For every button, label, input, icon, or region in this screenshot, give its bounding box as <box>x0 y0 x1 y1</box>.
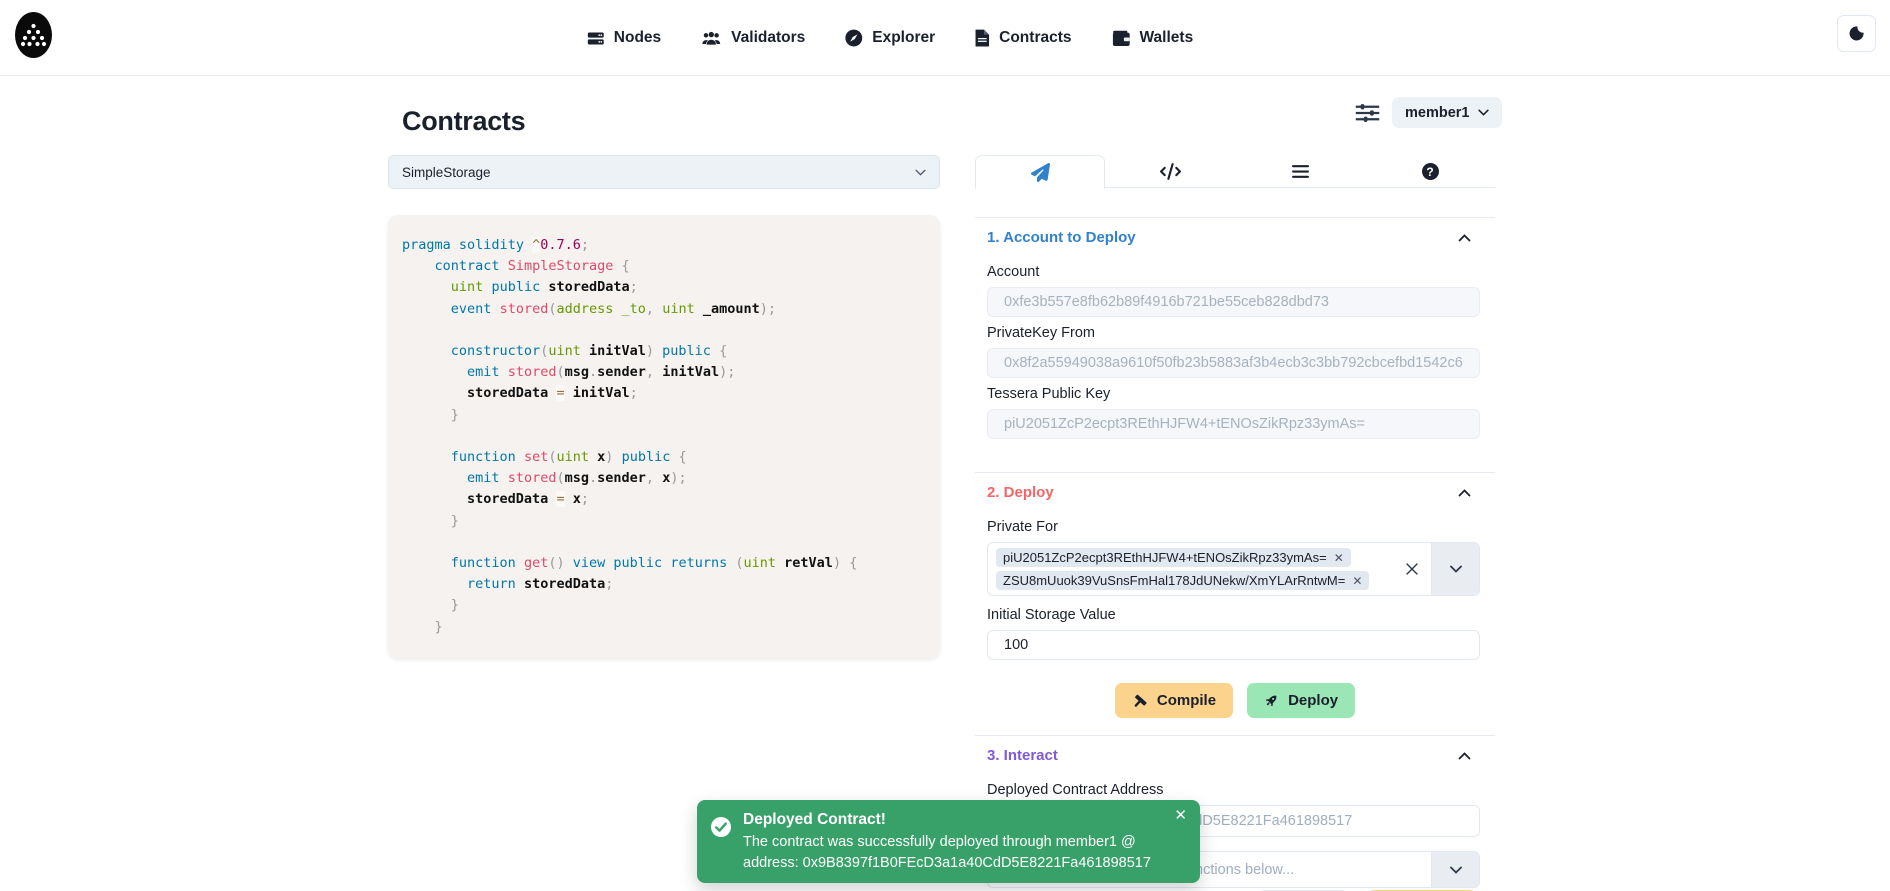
compile-button-label: Compile <box>1157 692 1216 709</box>
dark-mode-toggle[interactable] <box>1837 15 1876 52</box>
rocket-icon <box>1264 693 1279 708</box>
tag-value: piU2051ZcP2ecpt3REthHJFW4+tENOsZikRpz33y… <box>1003 550 1327 565</box>
chevron-up-icon <box>1458 752 1471 760</box>
wallet-icon <box>1112 30 1131 47</box>
app-canvas: Nodes Validators Explorer <box>0 0 1890 891</box>
nav-item-wallets[interactable]: Wallets <box>1112 29 1194 47</box>
section-account-header[interactable]: 1. Account to Deploy <box>975 218 1495 256</box>
nav-label: Nodes <box>614 29 661 47</box>
hammer-icon <box>1132 693 1148 709</box>
private-for-tag: ZSU8mUuok39VuSnsFmHal178JdUNekw/XmYLArRn… <box>996 571 1369 590</box>
account-label: Account <box>987 264 1480 280</box>
tessera-key-label: Tessera Public Key <box>987 386 1480 402</box>
member-selector-button[interactable]: member1 <box>1392 97 1502 128</box>
section-account-to-deploy: 1. Account to Deploy Account PrivateKey … <box>975 217 1495 461</box>
tab-deploy[interactable] <box>975 155 1105 189</box>
chevron-down-icon <box>915 169 926 176</box>
toast-close-icon[interactable]: ✕ <box>1174 808 1187 823</box>
compass-icon <box>845 29 863 47</box>
sliders-icon[interactable] <box>1355 102 1380 124</box>
section-deploy-header[interactable]: 2. Deploy <box>975 473 1495 511</box>
toast-message: The contract was successfully deployed t… <box>743 832 1173 873</box>
nav-item-contracts[interactable]: Contracts <box>975 29 1071 47</box>
paper-plane-icon <box>1031 163 1050 182</box>
nav-label: Contracts <box>999 29 1071 47</box>
deploy-actions: Compile Deploy <box>975 683 1495 718</box>
nav-label: Validators <box>731 29 805 47</box>
member-selector-value: member1 <box>1405 105 1469 121</box>
section-deploy-title: 2. Deploy <box>987 484 1054 501</box>
privatekey-input[interactable] <box>987 348 1480 378</box>
multiselect-clear-button[interactable] <box>1393 543 1431 595</box>
nav-item-nodes[interactable]: Nodes <box>587 29 661 47</box>
top-navbar: Nodes Validators Explorer <box>0 0 1890 76</box>
privatekey-label: PrivateKey From <box>987 325 1480 341</box>
nav-label: Explorer <box>872 29 935 47</box>
account-input[interactable] <box>987 287 1480 317</box>
section-interact-header[interactable]: 3. Interact <box>975 736 1495 774</box>
nav-item-explorer[interactable]: Explorer <box>845 29 935 47</box>
private-for-tags: piU2051ZcP2ecpt3REthHJFW4+tENOsZikRpz33y… <box>988 543 1393 595</box>
chevron-down-icon <box>1450 565 1462 573</box>
deploy-panel-tabs: ? <box>975 155 1495 188</box>
tessera-key-input[interactable] <box>987 409 1480 439</box>
initial-storage-label: Initial Storage Value <box>987 607 1480 623</box>
initial-storage-input[interactable] <box>987 630 1480 660</box>
close-icon <box>1405 562 1419 576</box>
toast-title: Deployed Contract! <box>743 811 886 829</box>
chevron-up-icon <box>1458 489 1471 497</box>
main-nav: Nodes Validators Explorer <box>587 0 1193 76</box>
contract-select-value: SimpleStorage <box>402 165 491 180</box>
private-for-tag: piU2051ZcP2ecpt3REthHJFW4+tENOsZikRpz33y… <box>996 548 1351 567</box>
page-title: Contracts <box>402 106 525 137</box>
users-icon <box>701 30 722 47</box>
function-select-dropdown-button[interactable] <box>1432 852 1479 887</box>
compile-button[interactable]: Compile <box>1115 683 1233 718</box>
nav-label: Wallets <box>1140 29 1194 47</box>
tab-help[interactable]: ? <box>1365 155 1495 188</box>
deploy-button[interactable]: Deploy <box>1247 683 1355 718</box>
list-icon <box>1292 164 1309 179</box>
tag-remove-icon[interactable]: ✕ <box>1334 551 1344 565</box>
question-circle-icon: ? <box>1422 163 1439 180</box>
chevron-down-icon <box>1478 109 1489 116</box>
success-toast: Deployed Contract! The contract was succ… <box>697 800 1200 883</box>
check-circle-icon <box>710 816 732 838</box>
section-account-title: 1. Account to Deploy <box>987 229 1136 246</box>
file-contract-icon <box>975 29 990 47</box>
multiselect-dropdown-button[interactable] <box>1432 543 1479 595</box>
server-icon <box>587 30 605 47</box>
tag-remove-icon[interactable]: ✕ <box>1352 574 1362 588</box>
deploy-button-label: Deploy <box>1288 692 1338 709</box>
moon-icon <box>1848 25 1865 42</box>
tab-logs[interactable] <box>1235 155 1365 188</box>
deployed-address-label: Deployed Contract Address <box>987 782 1480 798</box>
tag-value: ZSU8mUuok39VuSnsFmHal178JdUNekw/XmYLArRn… <box>1003 573 1345 588</box>
tab-source-code[interactable] <box>1105 155 1235 188</box>
solidity-code: pragma solidity ^0.7.6; contract SimpleS… <box>402 235 926 638</box>
contract-select[interactable]: SimpleStorage <box>388 155 940 189</box>
code-icon <box>1160 163 1181 180</box>
private-for-multiselect[interactable]: piU2051ZcP2ecpt3REthHJFW4+tENOsZikRpz33y… <box>987 542 1480 596</box>
nav-item-validators[interactable]: Validators <box>701 29 805 47</box>
contract-source-card: pragma solidity ^0.7.6; contract SimpleS… <box>388 215 940 658</box>
quorum-dots-logo <box>15 12 52 58</box>
chevron-up-icon <box>1458 234 1471 242</box>
private-for-label: Private For <box>987 519 1480 535</box>
chevron-down-icon <box>1450 866 1462 874</box>
section-deploy: 2. Deploy Private For piU2051ZcP2ecpt3RE… <box>975 472 1495 736</box>
section-interact-title: 3. Interact <box>987 747 1058 764</box>
